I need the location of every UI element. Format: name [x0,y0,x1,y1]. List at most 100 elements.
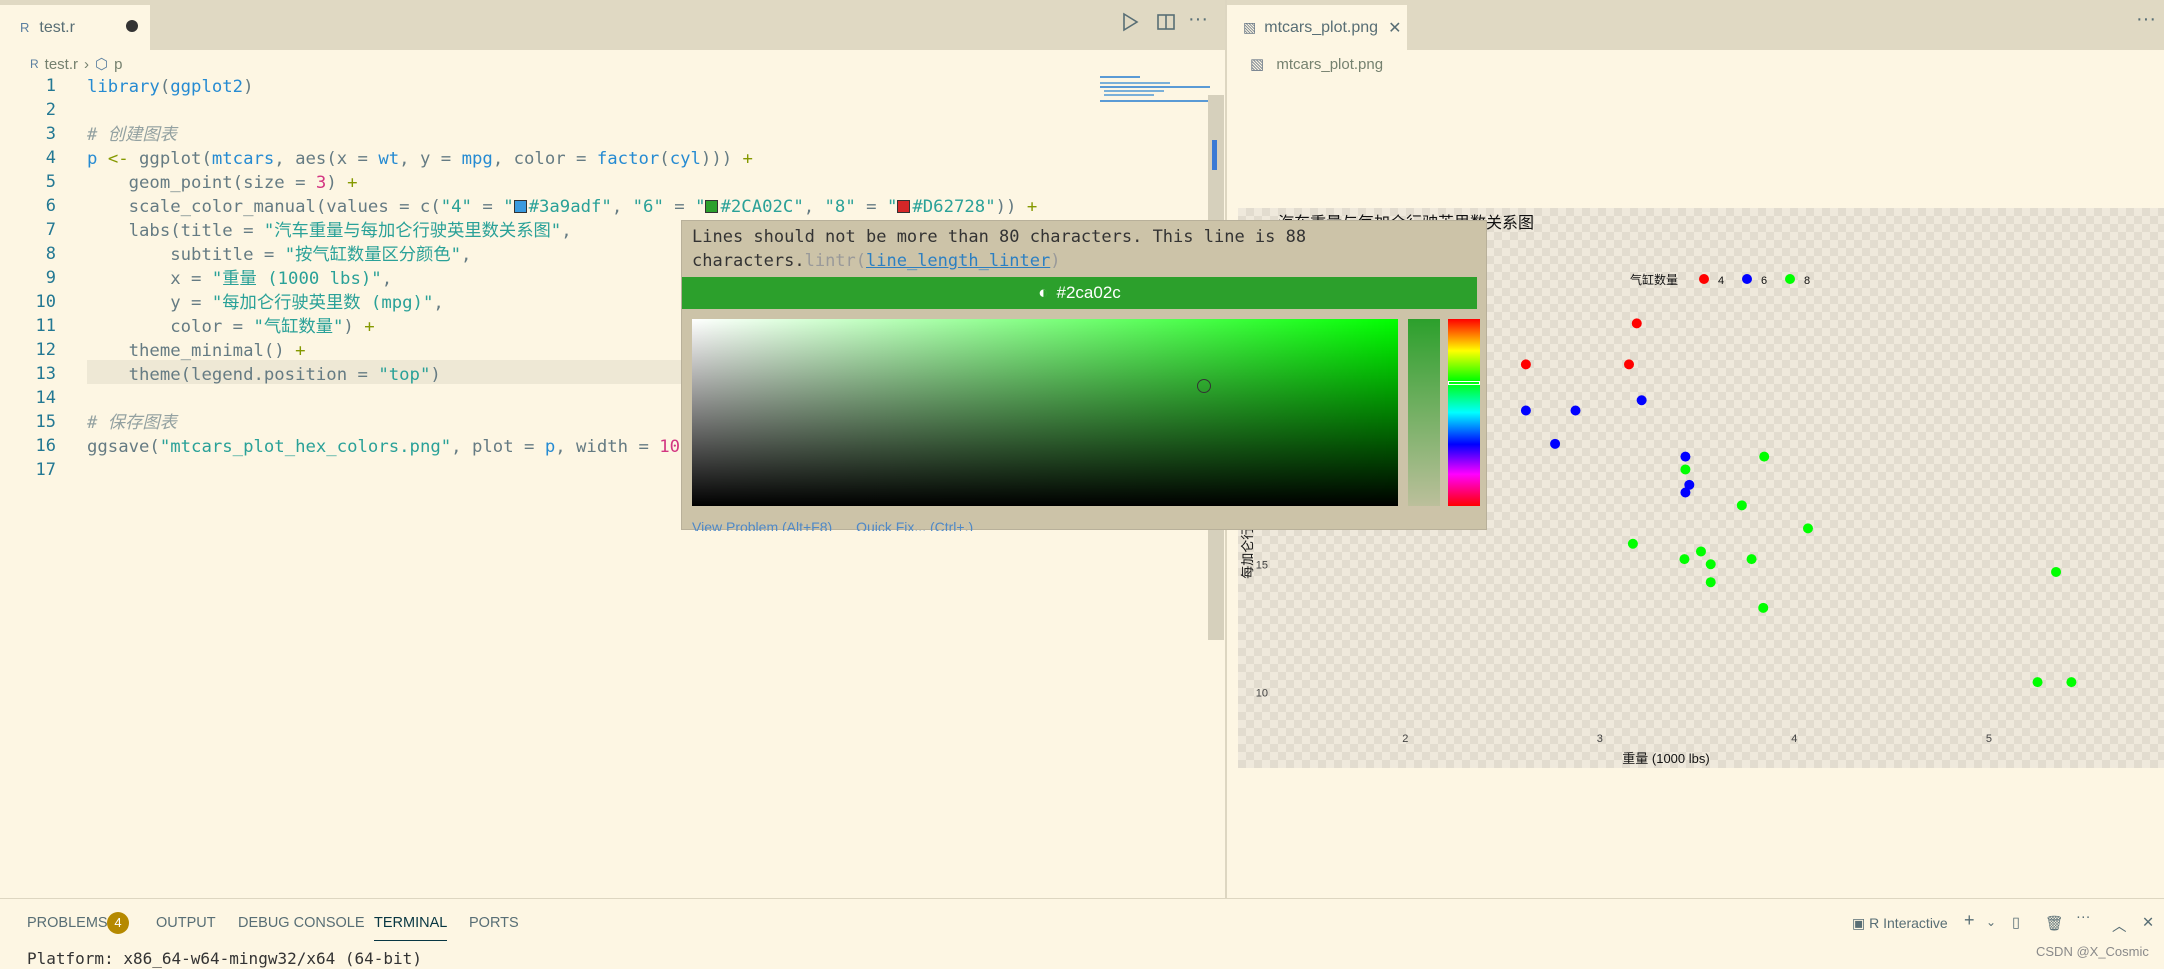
code-line[interactable]: subtitle = "按气缸数量区分颜色", [87,244,471,266]
code-line[interactable]: x = "重量 (1000 lbs)", [87,268,392,290]
lint-hover-widget: Lines should not be more than 80 charact… [681,220,1487,531]
trash-icon[interactable]: 🗑 [2045,915,2063,932]
code-line[interactable]: # 创建图表 [87,124,177,146]
more-actions-icon[interactable]: ··· [1188,8,1208,31]
code-line[interactable]: labs(title = "汽车重量与每加仑行驶英里数关系图", [87,220,572,242]
data-point [1758,602,1769,613]
x-axis-label: 重量 (1000 lbs) [1622,751,1709,766]
x-tick-label: 2 [1402,733,1408,745]
color-cursor[interactable] [1197,379,1211,393]
lint-source-close: ) [1050,251,1061,271]
lint-rule-link[interactable]: line_length_linter [866,251,1050,271]
saturation-value-box[interactable] [692,319,1398,506]
tab-terminal[interactable]: TERMINAL [374,915,448,941]
terminal-name: R Interactive [1869,915,1948,931]
terminal-selector[interactable]: ▣ R Interactive [1852,915,1948,932]
more-actions-icon[interactable]: ··· [2076,909,2091,925]
line-number: 5 [45,172,56,192]
view-problem-link[interactable]: View Problem (Alt+F8) [692,519,832,531]
code-line[interactable]: ggsave("mtcars_plot_hex_colors.png", plo… [87,436,732,458]
tab-debug-console[interactable]: DEBUG CONSOLE [238,915,365,931]
breadcrumb-file[interactable]: mtcars_plot.png [1276,56,1383,73]
data-point [1550,438,1561,449]
scroll-marker [1212,140,1217,170]
color-picker-header[interactable]: ◐ #2ca02c [682,277,1477,309]
legend-key [1742,274,1752,284]
data-point [1624,359,1634,370]
legend-title: 气缸数量 [1630,272,1678,287]
line-number: 10 [35,292,56,312]
breadcrumb-symbol[interactable]: p [114,56,122,73]
data-point [1680,451,1691,462]
tab-test-r[interactable]: R test.r [0,5,150,50]
line-number: 9 [45,268,56,288]
image-file-icon: ▧ [1243,19,1257,35]
color-value: #2ca02c [1056,283,1121,302]
tab-ports[interactable]: PORTS [469,915,519,931]
chevron-down-icon[interactable]: ⌄ [1986,915,1996,929]
data-point [1736,500,1747,511]
minimap[interactable] [1100,76,1210,106]
close-icon[interactable]: ✕ [1388,18,1401,38]
close-panel-icon[interactable]: ✕ [2142,915,2154,931]
data-point [1684,479,1695,490]
opacity-strip[interactable] [1408,319,1440,506]
code-line[interactable]: library(ggplot2) [87,76,254,98]
line-number: 11 [35,316,56,336]
add-terminal-icon[interactable]: + [1964,910,1975,931]
code-line[interactable]: scale_color_manual(values = c("4" = " #3a… [87,196,1038,218]
breadcrumb-separator: › [84,55,90,73]
data-point [1520,359,1531,370]
y-tick-label: 15 [1256,559,1268,571]
code-line[interactable]: geom_point(size = 3) + [87,172,358,194]
tab-output[interactable]: OUTPUT [156,915,216,931]
line-number: 1 [45,76,56,96]
line-number: 13 [35,364,56,384]
split-editor-icon[interactable] [1156,12,1176,38]
r-file-icon: R [20,20,30,35]
hue-strip[interactable] [1448,319,1480,506]
data-point [1679,554,1690,565]
quick-fix-link[interactable]: Quick Fix... (Ctrl+.) [856,519,973,531]
data-point [1759,451,1770,462]
code-line[interactable]: # 保存图表 [87,412,177,434]
line-number: 6 [45,196,56,216]
split-terminal-icon[interactable]: ▯ [2012,915,2020,931]
line-number: 7 [45,220,56,240]
data-point [1705,559,1716,570]
line-number: 4 [45,148,56,168]
line-number: 12 [35,340,56,360]
legend-label: 8 [1804,275,1810,287]
data-point [1636,395,1647,406]
tab-label: mtcars_plot.png [1264,18,1379,36]
tab-mtcars-plot[interactable]: ▧ mtcars_plot.png ✕ [1227,5,1407,50]
editor-tab-bar [0,0,1226,50]
line-number: 17 [35,460,56,480]
tab-problems[interactable]: PROBLEMS [27,915,108,931]
line-number: 3 [45,124,56,144]
breadcrumb: R test.r › ⬡ p [30,55,122,74]
image-file-icon: ▧ [1250,56,1265,73]
contrast-icon: ◐ [1038,283,1049,302]
data-point [1802,523,1813,534]
terminal-output: Platform: x86_64-w64-mingw32/x64 (64-bit… [27,949,422,968]
hue-slider-handle[interactable] [1448,381,1480,385]
data-point [1705,577,1716,588]
legend-key [1699,274,1709,284]
code-line[interactable]: color = "气缸数量") + [87,316,374,338]
viewer-more-actions-icon[interactable]: ··· [2136,8,2156,31]
data-point [1695,546,1706,557]
run-icon[interactable] [1121,12,1139,38]
maximize-panel-icon[interactable]: ︿ [2112,915,2127,936]
x-tick-label: 3 [1597,733,1603,745]
lint-source: lintr( [804,251,867,271]
code-line[interactable]: y = "每加仑行驶英里数 (mpg)", [87,292,444,314]
unsaved-dot-icon[interactable] [126,20,138,32]
code-line[interactable]: theme_minimal() + [87,340,306,362]
breadcrumb-file[interactable]: test.r [45,56,78,73]
x-tick-label: 5 [1986,733,1992,745]
code-line[interactable]: theme(legend.position = "top") [87,364,441,386]
data-point [1520,405,1531,416]
code-line[interactable]: p <- ggplot(mtcars, aes(x = wt, y = mpg,… [87,148,753,170]
line-number: 15 [35,412,56,432]
